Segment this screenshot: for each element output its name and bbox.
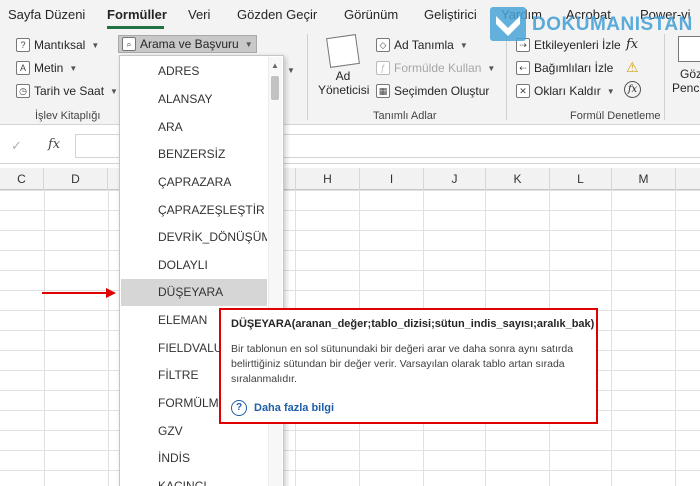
use-in-formula-button[interactable]: ƒ Formülde Kullan ▼	[376, 61, 495, 75]
logo-text: DOKUMANISTAN	[532, 14, 693, 35]
insert-function-icon[interactable]: fx	[48, 137, 60, 152]
menu-item-caprazeslestir[interactable]: ÇAPRAZEŞLEŞTİR	[121, 197, 267, 224]
tab-review[interactable]: Gözden Geçir	[237, 7, 317, 22]
menu-item-devrik-donusum[interactable]: DEVRİK_DÖNÜŞÜM	[121, 224, 267, 251]
red-arrow-icon	[42, 288, 116, 298]
chevron-down-icon: ▼	[244, 39, 253, 49]
trace-dependents-icon: ⇠	[516, 61, 530, 75]
group-separator	[307, 34, 308, 120]
use-in-formula-label: Formülde Kullan	[394, 61, 482, 75]
create-from-selection-label: Seçimden Oluştur	[394, 84, 490, 98]
logical-button[interactable]: ? Mantıksal ▼	[16, 38, 99, 52]
lookup-icon: ⌕	[122, 37, 136, 51]
dokumanistan-logo: DOKUMANISTAN	[488, 4, 700, 44]
column-header-d[interactable]: D	[44, 168, 108, 190]
clock-icon: ◷	[16, 84, 30, 98]
tab-developer[interactable]: Geliştirici	[424, 7, 477, 22]
menu-item-benzersiz[interactable]: BENZERSİZ	[121, 141, 267, 168]
active-tab-indicator	[107, 26, 164, 29]
trace-dependents-button[interactable]: ⇠ Bağımlıları İzle	[516, 61, 613, 75]
tab-page-layout[interactable]: Sayfa Düzeni	[8, 7, 85, 22]
column-header-l[interactable]: L	[550, 168, 612, 190]
scroll-up-icon[interactable]: ▲	[268, 60, 282, 72]
create-from-selection-button[interactable]: ▦ Seçimden Oluştur	[376, 84, 489, 98]
date-time-button[interactable]: ◷ Tarih ve Saat ▼	[16, 84, 118, 98]
tab-formulas[interactable]: Formüller	[107, 7, 167, 22]
ribbon: ? Mantıksal ▼ A Metin ▼ ◷ Tarih ve Saat …	[0, 30, 700, 125]
chevron-down-icon: ▼	[487, 63, 496, 73]
chevron-down-icon: ▼	[606, 86, 615, 96]
menu-item-alansay[interactable]: ALANSAY	[121, 86, 267, 113]
chevron-down-icon: ▼	[459, 40, 468, 50]
more-functions-chevron-icon[interactable]: ▼	[287, 66, 295, 75]
group-separator	[664, 34, 665, 120]
remove-arrows-icon: ✕	[516, 84, 530, 98]
function-tooltip: DÜŞEYARA(aranan_değer;tablo_dizisi;sütun…	[219, 308, 598, 424]
column-header-m[interactable]: M	[612, 168, 676, 190]
help-icon: ?	[231, 400, 247, 416]
text-icon: A	[16, 61, 30, 75]
column-headers: C D E F G H I J K L M	[0, 168, 700, 190]
logical-label: Mantıksal	[34, 38, 86, 52]
lookup-reference-button[interactable]: ⌕ Arama ve Başvuru ▼	[118, 35, 257, 53]
tooltip-description: Bir tablonun en sol sütunundaki bir değe…	[231, 343, 574, 385]
lookup-reference-label: Arama ve Başvuru	[140, 37, 239, 51]
name-manager-label-line2: Yöneticisi	[318, 83, 370, 97]
check-icon[interactable]: ✓	[11, 138, 22, 154]
grid-icon: ▦	[376, 84, 390, 98]
scrollbar-thumb[interactable]	[271, 76, 279, 100]
gridline	[108, 190, 109, 486]
remove-arrows-button[interactable]: ✕ Okları Kaldır ▼	[516, 84, 615, 98]
name-manager-label-line1: Ad	[335, 69, 351, 83]
formula-auditing-group-label: Formül Denetleme	[570, 110, 661, 122]
text-label: Metin	[34, 61, 64, 75]
menu-item-indis[interactable]: İNDİS	[121, 445, 267, 472]
error-checking-icon[interactable]: ⚠	[626, 59, 639, 76]
menu-item-caprazara[interactable]: ÇAPRAZARA	[121, 169, 267, 196]
group-separator	[506, 34, 507, 120]
menu-item-duseyara[interactable]: DÜŞEYARA	[121, 279, 267, 306]
menu-item-ara[interactable]: ARA	[121, 114, 267, 141]
function-library-group-label: İşlev Kitaplığı	[35, 110, 101, 122]
watch-window-label-line1: Göz	[680, 67, 700, 81]
column-header-c[interactable]: C	[0, 168, 44, 190]
trace-dependents-label: Bağımlıları İzle	[534, 61, 614, 75]
tab-view[interactable]: Görünüm	[344, 7, 398, 22]
tag-icon: ◇	[376, 38, 390, 52]
gridline	[675, 190, 676, 486]
remove-arrows-label: Okları Kaldır	[534, 84, 601, 98]
menu-item-adres[interactable]: ADRES	[121, 58, 267, 85]
name-manager-button[interactable]: Ad Yöneticisi	[318, 34, 370, 97]
column-header-k[interactable]: K	[486, 168, 550, 190]
logical-icon: ?	[16, 38, 30, 52]
tab-data[interactable]: Veri	[188, 7, 210, 22]
tooltip-signature: DÜŞEYARA(aranan_değer;tablo_dizisi;sütun…	[231, 318, 595, 330]
more-info-label: Daha fazla bilgi	[254, 402, 335, 414]
define-name-button[interactable]: ◇ Ad Tanımla ▼	[376, 38, 468, 52]
gridline	[611, 190, 612, 486]
formula-bar: ✓ fx	[0, 128, 700, 164]
name-manager-icon	[326, 34, 360, 68]
column-header-h[interactable]: H	[296, 168, 360, 190]
column-header-i[interactable]: I	[360, 168, 424, 190]
more-info-link[interactable]: ? Daha fazla bilgi	[231, 400, 334, 416]
text-button[interactable]: A Metin ▼	[16, 61, 77, 75]
menu-item-kacinci[interactable]: KAÇINCI	[121, 473, 267, 486]
gridline	[44, 190, 45, 486]
menu-item-dolayli[interactable]: DOLAYLI	[121, 252, 267, 279]
define-name-label: Ad Tanımla	[394, 38, 454, 52]
evaluate-formula-icon[interactable]: fx	[624, 81, 641, 98]
chevron-down-icon: ▼	[91, 40, 100, 50]
watch-window-label-line2: Pence	[672, 81, 700, 95]
date-time-label: Tarih ve Saat	[34, 84, 105, 98]
chevron-down-icon: ▼	[69, 63, 78, 73]
defined-names-group-label: Tanımlı Adlar	[373, 110, 437, 122]
watch-window-button[interactable]: Göz Pence	[672, 36, 700, 95]
formula-icon: ƒ	[376, 61, 390, 75]
column-header-j[interactable]: J	[424, 168, 486, 190]
chevron-down-icon: ▼	[110, 86, 118, 96]
